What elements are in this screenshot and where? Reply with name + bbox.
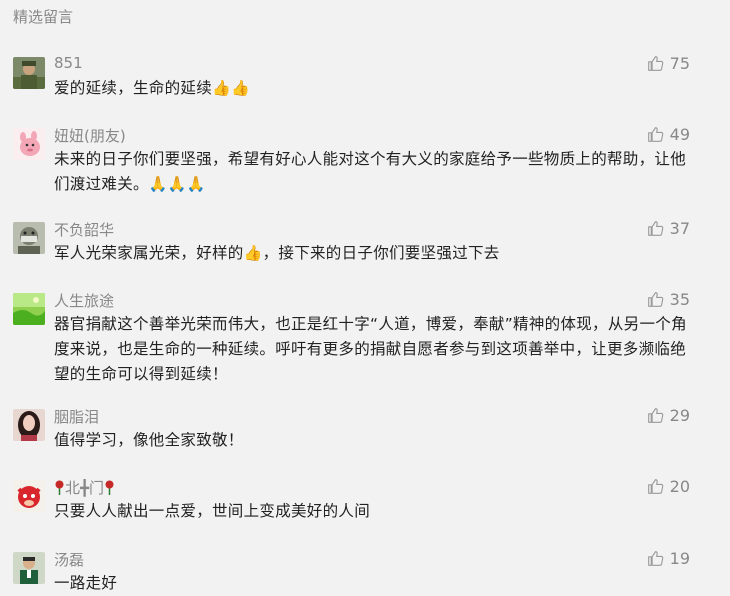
comment-nickname: 妞妞(朋友): [54, 127, 126, 145]
comment-text: 只要人人献出一点爱，世间上变成美好的人间: [54, 502, 371, 520]
like-count: 19: [669, 549, 690, 568]
like-count: 35: [669, 290, 690, 309]
thumbs-up-icon: [647, 292, 663, 307]
comment-text: 一路走好: [54, 574, 118, 592]
comment-nickname: 汤磊: [54, 551, 85, 569]
thumbs-up-emoji: 👍: [243, 244, 263, 262]
avatar[interactable]: [13, 552, 45, 584]
thumbs-up-icon: [647, 221, 663, 236]
thumbs-up-icon: [647, 479, 663, 494]
rose-icon: [55, 480, 64, 495]
like-button[interactable]: 35: [647, 290, 690, 309]
section-title: 精选留言: [13, 8, 74, 26]
comment-nickname: 胭脂泪: [54, 408, 100, 426]
avatar[interactable]: [13, 480, 45, 512]
comment-nickname: 851: [54, 54, 83, 72]
avatar[interactable]: [13, 57, 45, 89]
like-button[interactable]: 37: [647, 219, 690, 238]
avatar[interactable]: [13, 128, 45, 160]
thumbs-up-icon: [647, 127, 663, 142]
avatar[interactable]: [13, 409, 45, 441]
thumbs-up-icon: [647, 551, 663, 566]
comment-text: 值得学习，像他全家致敬！: [54, 431, 244, 449]
like-count: 37: [669, 219, 690, 238]
like-count: 29: [669, 406, 690, 425]
thumbs-up-icon: [647, 408, 663, 423]
like-button[interactable]: 29: [647, 406, 690, 425]
comment-nickname: 北╋门: [54, 477, 115, 498]
comment-text: 爱的延续，生命的延续👍👍: [54, 79, 250, 97]
like-button[interactable]: 49: [647, 125, 690, 144]
comment-nickname: 人生旅途: [54, 292, 115, 310]
praying-hands-emoji: 🙏🙏🙏: [148, 175, 206, 193]
like-button[interactable]: 20: [647, 477, 690, 496]
like-button[interactable]: 19: [647, 549, 690, 568]
like-count: 75: [669, 54, 690, 73]
like-count: 20: [669, 477, 690, 496]
thumbs-up-icon: [647, 56, 663, 71]
like-count: 49: [669, 125, 690, 144]
comment-nickname: 不负韶华: [54, 221, 115, 239]
comment-text: 未来的日子你们要坚强，希望有好心人能对这个有大义的家庭给予一些物质上的帮助，让他…: [54, 150, 687, 193]
comment-text: 器官捐献这个善举光荣而伟大，也正是红十字“人道，博爱，奉献”精神的体现，从另一个…: [54, 315, 687, 383]
like-button[interactable]: 75: [647, 54, 690, 73]
rose-icon: [105, 480, 114, 495]
comment-text: 军人光荣家属光荣，好样的👍，接下来的日子你们要坚强过下去: [54, 244, 500, 262]
avatar[interactable]: [13, 222, 45, 254]
thumbs-up-emoji: 👍👍: [212, 79, 250, 97]
avatar[interactable]: [13, 293, 45, 325]
